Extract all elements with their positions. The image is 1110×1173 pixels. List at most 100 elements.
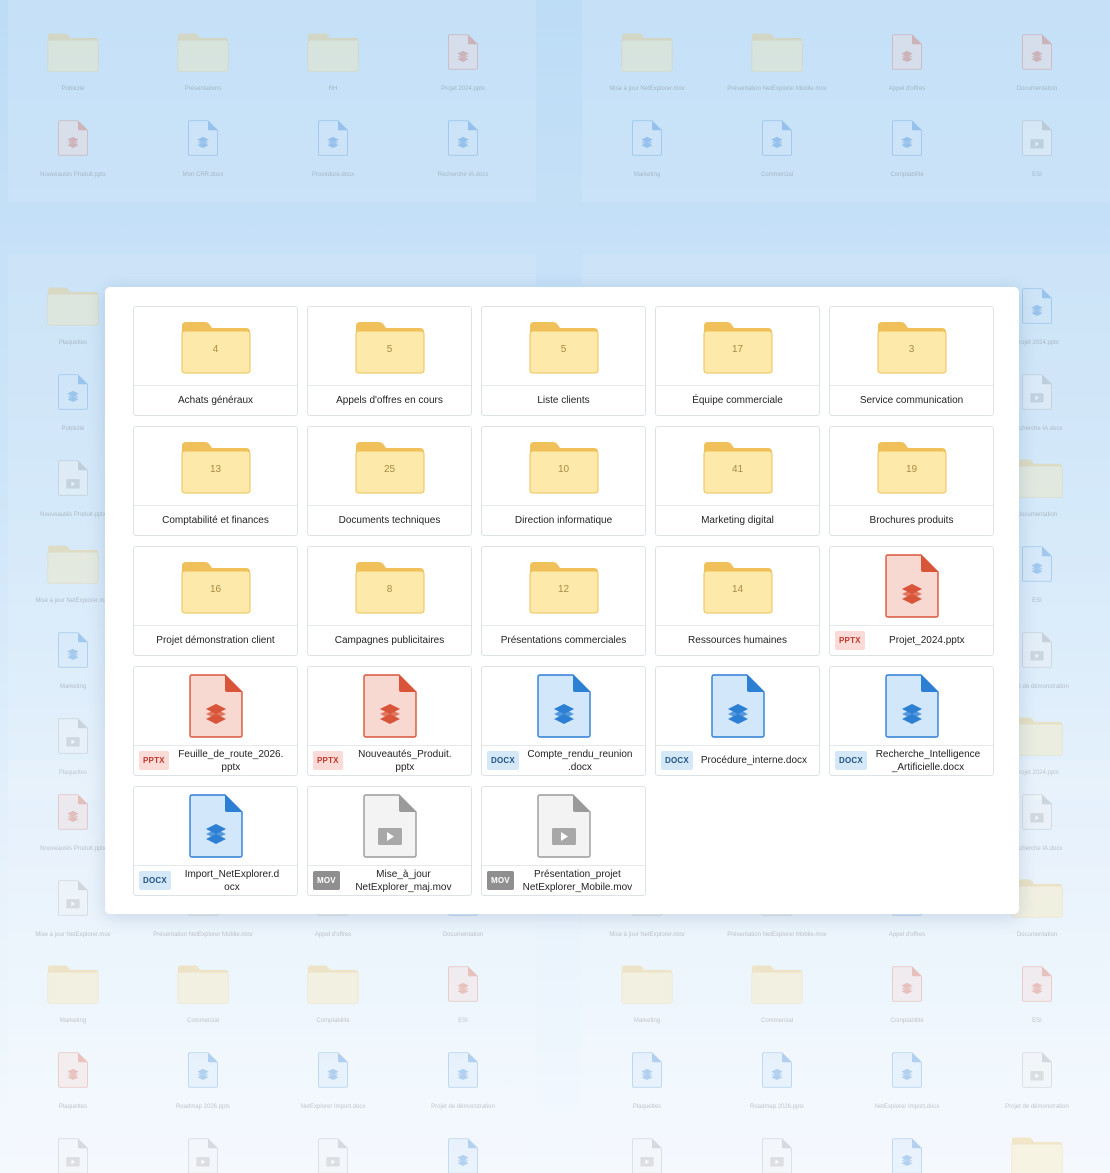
- folder-item-count: 12: [557, 584, 570, 595]
- folder-tile-comptabilite-et-finances[interactable]: 13 Comptabilité et finances: [133, 426, 298, 536]
- folder-item-count: 4: [212, 344, 219, 355]
- file-type-badge: MOV: [487, 871, 514, 890]
- background-tile-label: Documentation: [1017, 928, 1057, 942]
- background-tile: Publicité: [582, 1128, 712, 1173]
- file-type-badge: PPTX: [835, 631, 865, 650]
- background-tile-name: Plaquettes: [58, 1104, 88, 1110]
- tile-thumbnail: [656, 667, 819, 745]
- file-tile-feuille-de-route-2026-pptx[interactable]: PPTX Feuille_de_route_2026. pptx: [133, 666, 298, 776]
- background-tile-label: Marketing: [634, 1014, 660, 1028]
- pptx-file-icon: [1022, 964, 1052, 1004]
- background-tile-label: ESI: [1032, 168, 1042, 182]
- tile-thumbnail: 5: [308, 307, 471, 385]
- tile-thumbnail: [482, 787, 645, 865]
- docx-file-icon: [448, 1136, 478, 1173]
- tile-caption: Achats généraux: [138, 386, 293, 415]
- docx-file-icon: [188, 1050, 218, 1090]
- folder-icon: [47, 964, 99, 1004]
- folder-tile-appels-d-offres-en-cours[interactable]: 5 Appels d'offres en cours: [307, 306, 472, 416]
- background-tile-label: Projet 2024.pptx: [441, 82, 485, 96]
- folder-tile-service-communication[interactable]: 3 Service communication: [829, 306, 994, 416]
- file-name: Mise_à_jour NetExplorer_maj.mov: [355, 868, 452, 893]
- mov-file-icon: [58, 458, 88, 498]
- file-tile-import-netexplorer-d-ocx[interactable]: DOCX Import_NetExplorer.d ocx: [133, 786, 298, 896]
- folder-tile-brochures-produits[interactable]: 19 Brochures produits: [829, 426, 994, 536]
- background-tile-label: Présentation NetExplorer Mobile.mov: [153, 928, 252, 942]
- docx-file-icon: [1022, 544, 1052, 584]
- background-tile-label: Comptabilité: [890, 1014, 923, 1028]
- background-tile-name: Recherche IA.docx: [1011, 846, 1063, 852]
- tile-caption: MOV Présentation_projet NetExplorer_Mobil…: [486, 866, 641, 895]
- background-tile-name: Nouveautés Produit.pptx: [40, 846, 106, 852]
- tile-thumbnail: [308, 787, 471, 865]
- folder-tile-marketing-digital[interactable]: 41 Marketing digital: [655, 426, 820, 536]
- file-tile-mise-a-jour-netexplorer-maj-mov[interactable]: MOV Mise_à_jour NetExplorer_maj.mov: [307, 786, 472, 896]
- background-tile-label: ESI: [1032, 1014, 1042, 1028]
- background-tile: Publicité: [8, 24, 138, 110]
- background-tile-name: RH: [328, 86, 338, 92]
- background-tile-label: Mise à jour NetExplorer.mov: [35, 928, 110, 942]
- mov-file-icon: [762, 1136, 792, 1173]
- background-tile-label: Marketing: [60, 680, 86, 694]
- background-tile-name: Roadmap 2026.pptx: [749, 1104, 805, 1110]
- background-tile-name: Mise à jour NetExplorer.mov: [35, 598, 111, 604]
- background-tile-name: Roadmap 2026.pptx: [175, 1104, 231, 1110]
- pptx-file-icon: [188, 674, 243, 738]
- background-tile-name: Procédure.docx: [311, 172, 355, 178]
- folder-tile-equipe-commerciale[interactable]: 17 Équipe commerciale: [655, 306, 820, 416]
- background-tile-label: Recherche IA.docx: [1012, 422, 1063, 436]
- folder-name: Ressources humaines: [688, 635, 787, 646]
- background-tile: Commercial: [712, 956, 842, 1042]
- folder-tile-achats-generaux[interactable]: 4 Achats généraux: [133, 306, 298, 416]
- file-type-badge: DOCX: [835, 751, 867, 770]
- folder-tile-projet-demonstration-client[interactable]: 16 Projet démonstration client: [133, 546, 298, 656]
- background-tile: RH: [842, 1128, 972, 1173]
- tile-thumbnail: 16: [134, 547, 297, 625]
- background-tile-label: Mon CRR.docx: [183, 168, 224, 182]
- folder-icon: 10: [529, 440, 599, 494]
- background-tile-label: Publicité: [62, 422, 85, 436]
- pptx-file-icon: [884, 554, 939, 618]
- background-tile-name: Commercial: [760, 1018, 793, 1024]
- folder-item-count: 16: [209, 584, 222, 595]
- folder-tile-direction-informatique[interactable]: 10 Direction informatique: [481, 426, 646, 536]
- file-tile-projet-2024-pptx[interactable]: PPTX Projet_2024.pptx: [829, 546, 994, 656]
- background-tile-name: Comptabilité: [316, 1018, 350, 1024]
- background-tile-label: Projet 2024.pptx: [1015, 336, 1059, 350]
- background-tile-label: ESI: [1032, 594, 1042, 608]
- folder-item-count: 10: [557, 464, 570, 475]
- file-tile-recherche-intelligence-artificielle-docx[interactable]: DOCX Recherche_Intelligence _Artificielle…: [829, 666, 994, 776]
- folder-name: Marketing digital: [701, 515, 774, 526]
- background-tile-label: RH: [329, 82, 338, 96]
- docx-file-icon: [710, 674, 765, 738]
- tile-caption: Service communication: [834, 386, 989, 415]
- tile-caption: PPTX Nouveautés_Produit. pptx: [312, 746, 467, 775]
- background-tile-name: Comptabilité: [890, 172, 924, 178]
- tile-caption: Comptabilité et finances: [138, 506, 293, 535]
- background-tile-name: Projet 2024.pptx: [1015, 340, 1059, 346]
- folder-icon: [47, 286, 99, 326]
- file-tile-presentation-projet-netexplorer-mobile-mov[interactable]: MOV Présentation_projet NetExplorer_Mobil…: [481, 786, 646, 896]
- docx-file-icon: [188, 118, 218, 158]
- file-tile-procedure-interne-docx[interactable]: DOCX Procédure_interne.docx: [655, 666, 820, 776]
- background-tile-label: Présentation NetExplorer Mobile.mov: [727, 928, 826, 942]
- folder-tile-liste-clients[interactable]: 5 Liste clients: [481, 306, 646, 416]
- folder-name: Achats généraux: [177, 395, 254, 406]
- folder-icon: 19: [877, 440, 947, 494]
- file-tile-nouveautes-produit-pptx[interactable]: PPTX Nouveautés_Produit. pptx: [307, 666, 472, 776]
- file-tile-compte-rendu-reunion-docx[interactable]: DOCX Compte_rendu_reunion .docx: [481, 666, 646, 776]
- docx-file-icon: [58, 372, 88, 412]
- folder-icon: 5: [529, 320, 599, 374]
- tile-caption: PPTX Feuille_de_route_2026. pptx: [138, 746, 293, 775]
- folder-tile-ressources-humaines[interactable]: 14 Ressources humaines: [655, 546, 820, 656]
- folder-icon: [307, 32, 359, 72]
- background-tile-name: Comptabilité: [890, 1018, 924, 1024]
- folder-tile-presentations-commerciales[interactable]: 12 Présentations commerciales: [481, 546, 646, 656]
- background-tile: Publicité: [8, 1128, 138, 1173]
- file-name: Présentation_projet NetExplorer_Mobile.m…: [522, 868, 633, 893]
- folder-tile-campagnes-publicitaires[interactable]: 8 Campagnes publicitaires: [307, 546, 472, 656]
- background-tile: ESI: [398, 956, 528, 1042]
- folder-tile-documents-techniques[interactable]: 25 Documents techniques: [307, 426, 472, 536]
- folder-item-count: 8: [386, 584, 393, 595]
- file-type-badge: DOCX: [487, 751, 519, 770]
